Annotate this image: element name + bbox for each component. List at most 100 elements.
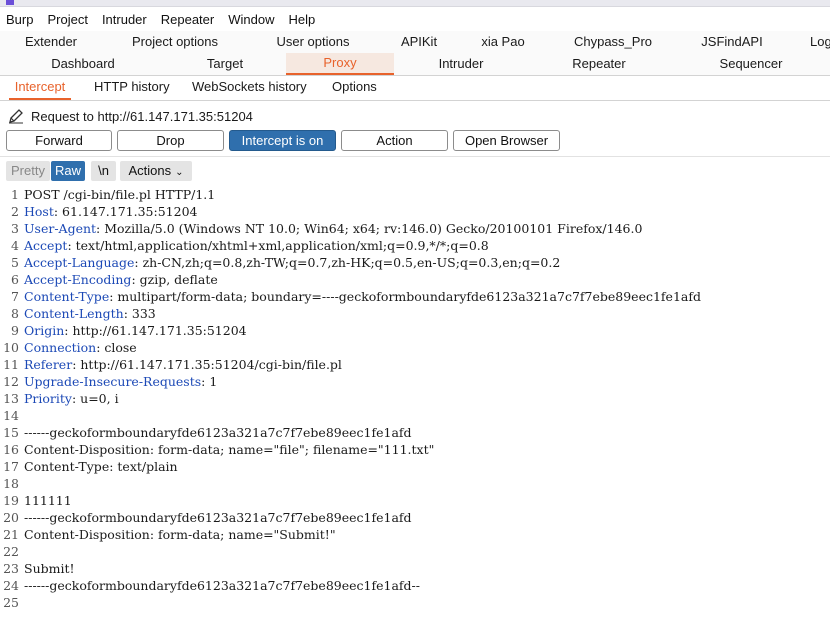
line-number: 25 — [3, 595, 19, 610]
line-content: Submit! — [24, 560, 75, 577]
request-line[interactable]: 18 — [0, 475, 830, 492]
header-value: : text/html,application/xhtml+xml,applic… — [67, 238, 489, 253]
header-name: Content-Type — [24, 289, 110, 304]
menu-help[interactable]: Help — [281, 12, 322, 27]
header-name: Accept-Language — [24, 255, 135, 270]
tab-intruder[interactable]: Intruder — [431, 53, 491, 75]
subtab-websockets-history[interactable]: WebSockets history — [192, 76, 307, 98]
header-name: Host — [24, 204, 54, 219]
request-line[interactable]: 16 Content-Disposition: form-data; name="… — [0, 441, 830, 458]
line-number: 17 — [3, 459, 19, 474]
line-number: 5 — [11, 255, 19, 270]
request-line[interactable]: 24 ------geckoformboundaryfde6123a321a7c7… — [0, 577, 830, 594]
show-newlines-button[interactable]: \n — [91, 161, 116, 181]
line-number: 12 — [3, 374, 19, 389]
tool-tabs-row-1: Extender Project options User options AP… — [0, 31, 830, 54]
line-number: 2 — [11, 204, 19, 219]
header-name: Accept-Encoding — [24, 272, 132, 287]
drop-button[interactable]: Drop — [117, 130, 224, 151]
line-content: Content-Disposition: form-data; name="fi… — [24, 441, 434, 458]
request-line[interactable]: 15 ------geckoformboundaryfde6123a321a7c7… — [0, 424, 830, 441]
tab-proxy[interactable]: Proxy — [286, 53, 394, 75]
tab-dashboard[interactable]: Dashboard — [48, 53, 118, 75]
line-content: Content-Type: text/plain — [24, 458, 178, 475]
pencil-icon — [9, 109, 23, 124]
tab-target[interactable]: Target — [200, 53, 250, 75]
request-line[interactable]: 9 Origin: http://61.147.171.35:51204 — [0, 322, 830, 339]
request-line[interactable]: 10 Connection: close — [0, 339, 830, 356]
header-name: Accept — [24, 238, 68, 253]
header-value: POST /cgi-bin/file.pl HTTP/1.1 — [24, 187, 216, 202]
request-line[interactable]: 17 Content-Type: text/plain — [0, 458, 830, 475]
header-value: : http://61.147.171.35:51204 — [64, 323, 247, 338]
menu-project[interactable]: Project — [40, 12, 94, 27]
line-number: 15 — [3, 425, 19, 440]
request-line[interactable]: 7 Content-Type: multipart/form-data; boun… — [0, 288, 830, 305]
line-content: User-Agent: Mozilla/5.0 (Windows NT 10.0… — [24, 220, 642, 237]
request-line[interactable]: 11 Referer: http://61.147.171.35:51204/cg… — [0, 356, 830, 373]
tab-log[interactable]: Log — [810, 31, 830, 53]
pretty-view-button[interactable]: Pretty — [6, 161, 50, 181]
request-line[interactable]: 21 Content-Disposition: form-data; name="… — [0, 526, 830, 543]
tab-chypass-pro[interactable]: Chypass_Pro — [572, 31, 654, 53]
tab-apikit[interactable]: APIKit — [396, 31, 442, 53]
header-name: Upgrade-Insecure-Requests — [24, 374, 202, 389]
request-line[interactable]: 22 — [0, 543, 830, 560]
request-line[interactable]: 12 Upgrade-Insecure-Requests: 1 — [0, 373, 830, 390]
tab-project-options[interactable]: Project options — [125, 31, 225, 53]
line-number: 22 — [3, 544, 19, 559]
request-line[interactable]: 14 — [0, 407, 830, 424]
header-value: : 333 — [123, 306, 156, 321]
request-line[interactable]: 6 Accept-Encoding: gzip, deflate — [0, 271, 830, 288]
header-name: Priority — [24, 391, 72, 406]
request-line[interactable]: 8 Content-Length: 333 — [0, 305, 830, 322]
request-line[interactable]: 25 — [0, 594, 830, 611]
line-number: 7 — [11, 289, 19, 304]
line-number: 8 — [11, 306, 19, 321]
line-number: 16 — [3, 442, 19, 457]
tab-sequencer[interactable]: Sequencer — [715, 53, 787, 75]
tab-xia-pao[interactable]: xia Pao — [478, 31, 528, 53]
line-content: 111111 — [24, 492, 72, 509]
open-browser-button[interactable]: Open Browser — [453, 130, 560, 151]
raw-request-editor[interactable]: 1 POST /cgi-bin/file.pl HTTP/1.1 2 Host: 61… — [0, 186, 830, 618]
menu-repeater[interactable]: Repeater — [154, 12, 221, 27]
request-line[interactable]: 23 Submit! — [0, 560, 830, 577]
line-content: Accept-Language: zh-CN,zh;q=0.8,zh-TW;q=… — [24, 254, 560, 271]
action-button[interactable]: Action — [341, 130, 448, 151]
request-target: Request to http://61.147.171.35:51204 — [7, 106, 253, 126]
intercept-toggle-button[interactable]: Intercept is on — [229, 130, 336, 151]
header-value: : gzip, deflate — [131, 272, 218, 287]
line-content: POST /cgi-bin/file.pl HTTP/1.1 — [24, 186, 215, 203]
subtab-options[interactable]: Options — [332, 76, 377, 98]
line-number: 18 — [3, 476, 19, 491]
request-line[interactable]: 2 Host: 61.147.171.35:51204 — [0, 203, 830, 220]
menu-window[interactable]: Window — [221, 12, 281, 27]
header-value: Content-Disposition: form-data; name="Su… — [24, 527, 336, 542]
line-number: 24 — [3, 578, 19, 593]
request-line[interactable]: 4 Accept: text/html,application/xhtml+xml… — [0, 237, 830, 254]
header-value: : http://61.147.171.35:51204/cgi-bin/fil… — [72, 357, 342, 372]
request-line[interactable]: 19 111111 — [0, 492, 830, 509]
tab-extender[interactable]: Extender — [20, 31, 82, 53]
tab-repeater[interactable]: Repeater — [567, 53, 631, 75]
menu-intruder[interactable]: Intruder — [95, 12, 154, 27]
header-name: Content-Length — [24, 306, 124, 321]
forward-button[interactable]: Forward — [6, 130, 112, 151]
burp-logo-icon — [6, 0, 14, 5]
subtab-http-history[interactable]: HTTP history — [94, 76, 170, 98]
request-line[interactable]: 1 POST /cgi-bin/file.pl HTTP/1.1 — [0, 186, 830, 203]
header-value: Content-Type: text/plain — [24, 459, 178, 474]
tab-jsfindapi[interactable]: JSFindAPI — [700, 31, 764, 53]
request-line[interactable]: 5 Accept-Language: zh-CN,zh;q=0.8,zh-TW;q… — [0, 254, 830, 271]
header-value: Content-Disposition: form-data; name="fi… — [24, 442, 435, 457]
line-content: Origin: http://61.147.171.35:51204 — [24, 322, 247, 339]
menu-burp[interactable]: Burp — [0, 12, 40, 27]
actions-dropdown[interactable]: Actions ⌄ — [120, 161, 192, 181]
tab-user-options[interactable]: User options — [272, 31, 354, 53]
raw-view-button[interactable]: Raw — [51, 161, 85, 181]
request-line[interactable]: 3 User-Agent: Mozilla/5.0 (Windows NT 10.… — [0, 220, 830, 237]
request-line[interactable]: 13 Priority: u=0, i — [0, 390, 830, 407]
subtab-intercept[interactable]: Intercept — [9, 76, 71, 100]
request-line[interactable]: 20 ------geckoformboundaryfde6123a321a7c7… — [0, 509, 830, 526]
